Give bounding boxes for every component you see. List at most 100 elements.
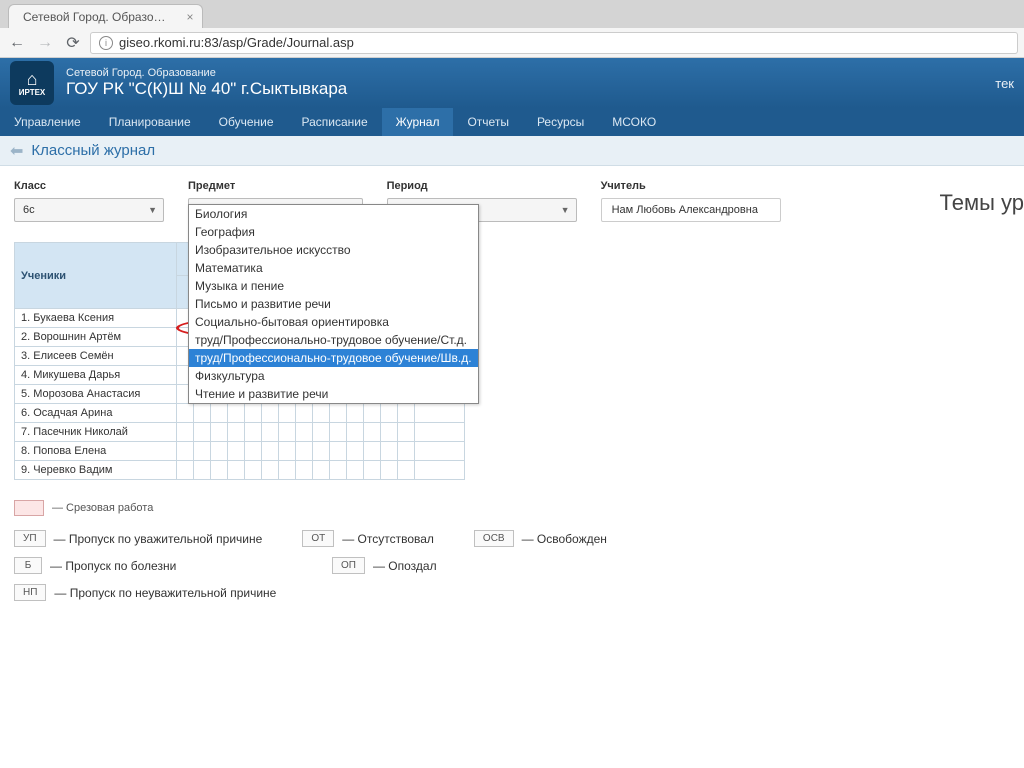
- student-name-cell[interactable]: 8. Попова Елена: [15, 442, 177, 461]
- browser-tab[interactable]: Сетевой Город. Образо… ×: [8, 4, 203, 28]
- subject-option[interactable]: Биология: [189, 205, 478, 223]
- grade-cell[interactable]: [313, 423, 330, 442]
- grade-cell[interactable]: [330, 404, 347, 423]
- grade-cell[interactable]: [398, 442, 415, 461]
- grade-cell[interactable]: [330, 461, 347, 480]
- menu-item-2[interactable]: Обучение: [205, 108, 288, 136]
- grade-cell[interactable]: [262, 442, 279, 461]
- student-name-cell[interactable]: 9. Черевко Вадим: [15, 461, 177, 480]
- grade-cell[interactable]: [296, 461, 313, 480]
- grade-cell[interactable]: [262, 404, 279, 423]
- grade-cell[interactable]: [398, 461, 415, 480]
- grade-cell[interactable]: [296, 442, 313, 461]
- forward-icon[interactable]: →: [34, 32, 56, 54]
- grade-cell[interactable]: [364, 461, 381, 480]
- grade-cell[interactable]: [364, 404, 381, 423]
- subject-dropdown[interactable]: БиологияГеографияИзобразительное искусст…: [188, 204, 479, 404]
- grade-cell[interactable]: [194, 442, 211, 461]
- student-name-cell[interactable]: 4. Микушева Дарья: [15, 366, 177, 385]
- student-name-cell[interactable]: 2. Ворошнин Артём: [15, 328, 177, 347]
- reload-icon[interactable]: ⟳: [62, 32, 84, 54]
- subject-option[interactable]: труд/Профессионально-трудовое обучение/С…: [189, 331, 478, 349]
- grade-cell[interactable]: [228, 423, 245, 442]
- grade-cell[interactable]: [381, 404, 398, 423]
- subject-option[interactable]: Изобразительное искусство: [189, 241, 478, 259]
- subject-option[interactable]: Социально-бытовая ориентировка: [189, 313, 478, 331]
- grade-cell[interactable]: [296, 423, 313, 442]
- grade-cell[interactable]: [228, 461, 245, 480]
- grade-cell[interactable]: [330, 423, 347, 442]
- grade-cell[interactable]: [194, 461, 211, 480]
- grade-cell[interactable]: [211, 461, 228, 480]
- grade-cell[interactable]: [381, 423, 398, 442]
- grade-cell[interactable]: [262, 423, 279, 442]
- subject-option[interactable]: труд/Профессионально-трудовое обучение/Ш…: [189, 349, 478, 367]
- subject-option[interactable]: Письмо и развитие речи: [189, 295, 478, 313]
- grade-cell[interactable]: [245, 423, 262, 442]
- summary-cell[interactable]: [415, 442, 465, 461]
- student-name-cell[interactable]: 5. Морозова Анастасия: [15, 385, 177, 404]
- back-arrow-icon[interactable]: ⬅: [10, 141, 23, 161]
- grade-cell[interactable]: [177, 461, 194, 480]
- subject-option[interactable]: Математика: [189, 259, 478, 277]
- menu-item-6[interactable]: Ресурсы: [523, 108, 598, 136]
- student-name-cell[interactable]: 1. Букаева Ксения: [15, 309, 177, 328]
- grade-cell[interactable]: [228, 404, 245, 423]
- grade-cell[interactable]: [177, 404, 194, 423]
- grade-cell[interactable]: [296, 404, 313, 423]
- grade-cell[interactable]: [330, 442, 347, 461]
- header-title: ГОУ РК "С(К)Ш № 40" г.Сыктывкара: [66, 79, 347, 99]
- grade-cell[interactable]: [194, 423, 211, 442]
- grade-cell[interactable]: [398, 423, 415, 442]
- grade-cell[interactable]: [347, 404, 364, 423]
- grade-cell[interactable]: [279, 404, 296, 423]
- info-icon[interactable]: i: [99, 36, 113, 50]
- grade-cell[interactable]: [313, 404, 330, 423]
- summary-cell[interactable]: [415, 461, 465, 480]
- menu-item-3[interactable]: Расписание: [288, 108, 382, 136]
- url-input[interactable]: i giseo.rkomi.ru:83/asp/Grade/Journal.as…: [90, 32, 1018, 54]
- grade-cell[interactable]: [177, 442, 194, 461]
- grade-cell[interactable]: [313, 442, 330, 461]
- grade-cell[interactable]: [364, 442, 381, 461]
- grade-cell[interactable]: [279, 461, 296, 480]
- grade-cell[interactable]: [279, 423, 296, 442]
- grade-cell[interactable]: [381, 461, 398, 480]
- menu-item-5[interactable]: Отчеты: [453, 108, 522, 136]
- subject-option[interactable]: Чтение и развитие речи: [189, 385, 478, 403]
- subject-option[interactable]: Физкультура: [189, 367, 478, 385]
- grade-cell[interactable]: [211, 442, 228, 461]
- student-name-cell[interactable]: 7. Пасечник Николай: [15, 423, 177, 442]
- menu-item-7[interactable]: МСОКО: [598, 108, 670, 136]
- grade-cell[interactable]: [262, 461, 279, 480]
- grade-cell[interactable]: [347, 423, 364, 442]
- grade-cell[interactable]: [194, 404, 211, 423]
- legend-text: — Освобожден: [522, 532, 607, 546]
- grade-cell[interactable]: [245, 461, 262, 480]
- grade-cell[interactable]: [347, 461, 364, 480]
- grade-cell[interactable]: [398, 404, 415, 423]
- student-name-cell[interactable]: 6. Осадчая Арина: [15, 404, 177, 423]
- grade-cell[interactable]: [245, 404, 262, 423]
- summary-cell[interactable]: [415, 404, 465, 423]
- student-name-cell[interactable]: 3. Елисеев Семён: [15, 347, 177, 366]
- grade-cell[interactable]: [381, 442, 398, 461]
- grade-cell[interactable]: [228, 442, 245, 461]
- grade-cell[interactable]: [211, 423, 228, 442]
- grade-cell[interactable]: [245, 442, 262, 461]
- grade-cell[interactable]: [313, 461, 330, 480]
- menu-item-0[interactable]: Управление: [0, 108, 95, 136]
- grade-cell[interactable]: [347, 442, 364, 461]
- grade-cell[interactable]: [279, 442, 296, 461]
- back-icon[interactable]: ←: [6, 32, 28, 54]
- grade-cell[interactable]: [211, 404, 228, 423]
- subject-option[interactable]: География: [189, 223, 478, 241]
- menu-item-1[interactable]: Планирование: [95, 108, 205, 136]
- close-icon[interactable]: ×: [187, 10, 194, 24]
- grade-cell[interactable]: [177, 423, 194, 442]
- class-select[interactable]: 6с ▼: [14, 198, 164, 222]
- subject-option[interactable]: Музыка и пение: [189, 277, 478, 295]
- summary-cell[interactable]: [415, 423, 465, 442]
- grade-cell[interactable]: [364, 423, 381, 442]
- menu-item-4[interactable]: Журнал: [382, 108, 454, 136]
